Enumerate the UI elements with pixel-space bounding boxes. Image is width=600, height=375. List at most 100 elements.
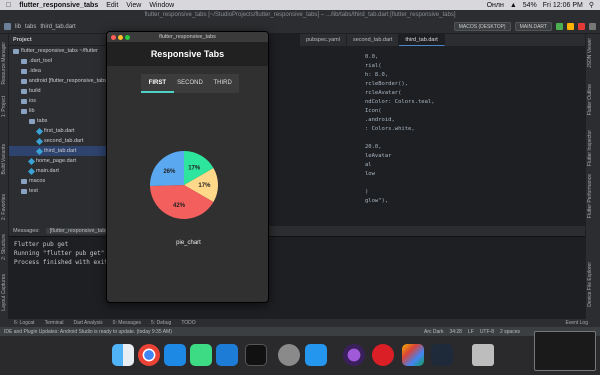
tab-second-tab[interactable]: second_tab.dart [347, 34, 400, 46]
messages-header: Messages: [flutter_responsive_tabs] [9, 226, 585, 237]
vscode-icon[interactable] [164, 344, 186, 366]
messages-panel: Messages: [flutter_responsive_tabs] Flut… [9, 226, 585, 319]
project-tree-item[interactable]: macos [9, 176, 107, 186]
breadcrumb-file[interactable]: third_tab.dart [40, 24, 75, 30]
tab-second[interactable]: SECOND [174, 74, 207, 93]
flutter-performance-tab[interactable]: Flutter Performance [587, 174, 593, 218]
tab-first[interactable]: FIRST [141, 74, 174, 93]
settings-icon[interactable] [589, 23, 596, 30]
code-line: rial( [365, 63, 382, 69]
close-button[interactable] [111, 35, 116, 40]
dart-icon [35, 127, 44, 135]
logcat-tab[interactable]: 6: Logcat [14, 320, 35, 326]
code-line: 0.0, [365, 54, 379, 60]
project-tree-item[interactable]: second_tab.dart [9, 136, 107, 146]
code-line: h: 8.0, [365, 72, 389, 78]
photos-icon[interactable] [402, 344, 424, 366]
folder-icon [21, 88, 27, 94]
dart-analysis-tab[interactable]: Dart Analysis [73, 320, 102, 326]
project-tree-item[interactable]: main.dart [9, 166, 107, 176]
minimize-button[interactable] [118, 35, 123, 40]
device-file-explorer-tab[interactable]: Device File Explorer [587, 262, 593, 307]
app-titlebar[interactable]: flutter_responsive_tabs [107, 32, 268, 42]
terminal-icon[interactable] [245, 344, 267, 366]
flutter-outline-tab[interactable]: Flutter Outline [587, 84, 593, 115]
android-studio-icon[interactable] [190, 344, 212, 366]
project-tree-item[interactable]: flutter_responsive_tabs ~/flutter [9, 46, 107, 56]
messages-tool-tab[interactable]: 0: Messages [113, 320, 141, 326]
layout-captures-tab[interactable]: Layout Captures [1, 274, 7, 311]
apple-icon[interactable]:  [6, 2, 11, 9]
project-tree-item[interactable]: home_page.dart [9, 156, 107, 166]
battery-percent[interactable]: 54% [523, 2, 537, 9]
project-tree-item[interactable]: tabs [9, 116, 107, 126]
project-tree-item[interactable]: test [9, 186, 107, 196]
chrome-icon[interactable] [138, 344, 160, 366]
finder-icon[interactable] [112, 344, 134, 366]
project-tree-item-label: macos [29, 178, 46, 184]
build-variants-tab[interactable]: Build Variants [1, 144, 7, 174]
status-message[interactable]: IDE and Plugin Updates: Android Studio i… [4, 329, 172, 335]
project-tree-item[interactable]: first_tab.dart [9, 126, 107, 136]
todo-tab[interactable]: TODO [181, 320, 195, 326]
creative-cloud-icon[interactable] [372, 344, 394, 366]
screen-preview-thumbnail[interactable] [534, 331, 596, 371]
tor-browser-icon[interactable] [343, 344, 365, 366]
flutter-inspector-tab[interactable]: Flutter Inspector [587, 130, 593, 166]
docker-icon[interactable] [305, 344, 327, 366]
tab-third-tab[interactable]: third_tab.dart [399, 34, 445, 46]
project-tree-item-label: .dart_tool [29, 58, 52, 64]
cursor-position[interactable]: 34:28 [449, 329, 462, 335]
menu-view[interactable]: View [126, 2, 141, 9]
project-tool-tab[interactable]: 1: Project [1, 96, 7, 117]
code-line: Icon( [365, 108, 382, 114]
favorites-tab[interactable]: 2: Favorites [1, 194, 7, 220]
menubar-app-name[interactable]: flutter_responsive_tabs [19, 2, 98, 9]
breadcrumb-tabs[interactable]: tabs [25, 24, 36, 30]
left-tool-strip: Resource Manager 1: Project Build Varian… [0, 34, 9, 319]
menu-window[interactable]: Window [149, 2, 174, 9]
breadcrumb-lib[interactable]: lib [15, 24, 21, 30]
line-separator[interactable]: LF [468, 329, 474, 335]
macos-dock [0, 336, 600, 375]
indent-setting[interactable]: 2 spaces [500, 329, 520, 335]
project-tree-item[interactable]: third_tab.dart [9, 146, 107, 156]
tab-third[interactable]: THIRD [206, 74, 239, 93]
structure-tab[interactable]: 2: Structure [1, 234, 7, 260]
json-viewer-tab[interactable]: JSON Viewer [587, 38, 593, 68]
project-tree-item[interactable]: .idea [9, 66, 107, 76]
project-tree-item[interactable]: ios [9, 96, 107, 106]
console-line: Flutter pub get [14, 241, 69, 248]
debug-tab[interactable]: 5: Debug [151, 320, 171, 326]
device-selector[interactable]: MACOS (DESKTOP) [453, 22, 511, 31]
run-config-selector[interactable]: MAIN.DART [514, 22, 552, 31]
search-icon[interactable]: ⚲ [589, 1, 594, 9]
xcode-icon[interactable] [216, 344, 238, 366]
project-tree-item[interactable]: .dart_tool [9, 56, 107, 66]
pie-chart: 17% 42% 26% 17% [149, 150, 219, 220]
event-log-tab[interactable]: Event Log [565, 320, 600, 326]
terminal-tab[interactable]: Terminal [45, 320, 64, 326]
project-tree-item[interactable]: build [9, 86, 107, 96]
stop-icon[interactable] [578, 23, 585, 30]
maximize-button[interactable] [125, 35, 130, 40]
system-preferences-icon[interactable] [278, 344, 300, 366]
resource-manager-tab[interactable]: Resource Manager [1, 42, 7, 85]
network-status[interactable]: Онлн [487, 2, 504, 9]
project-panel-title[interactable]: Project [9, 34, 107, 46]
file-encoding[interactable]: UTF-8 [480, 329, 494, 335]
run-icon[interactable] [556, 23, 563, 30]
flutter-icon[interactable] [431, 344, 453, 366]
folder-icon [21, 78, 27, 84]
tab-pubspec[interactable]: pubspec.yaml [300, 34, 347, 46]
trash-icon[interactable] [472, 344, 494, 366]
theme-indicator[interactable]: Arc Dark [424, 329, 443, 335]
hot-reload-icon[interactable] [567, 23, 574, 30]
clock[interactable]: Fri 12:06 PM [543, 2, 583, 9]
wifi-icon[interactable]: ▲ [510, 2, 517, 9]
messages-tab[interactable]: [flutter_responsive_tabs] [45, 228, 114, 234]
project-tree-item[interactable]: android [flutter_responsive_tabs [9, 76, 107, 86]
menu-edit[interactable]: Edit [106, 2, 118, 9]
project-tree-item[interactable]: lib [9, 106, 107, 116]
project-tree: flutter_responsive_tabs ~/flutter .dart_t… [9, 46, 107, 196]
